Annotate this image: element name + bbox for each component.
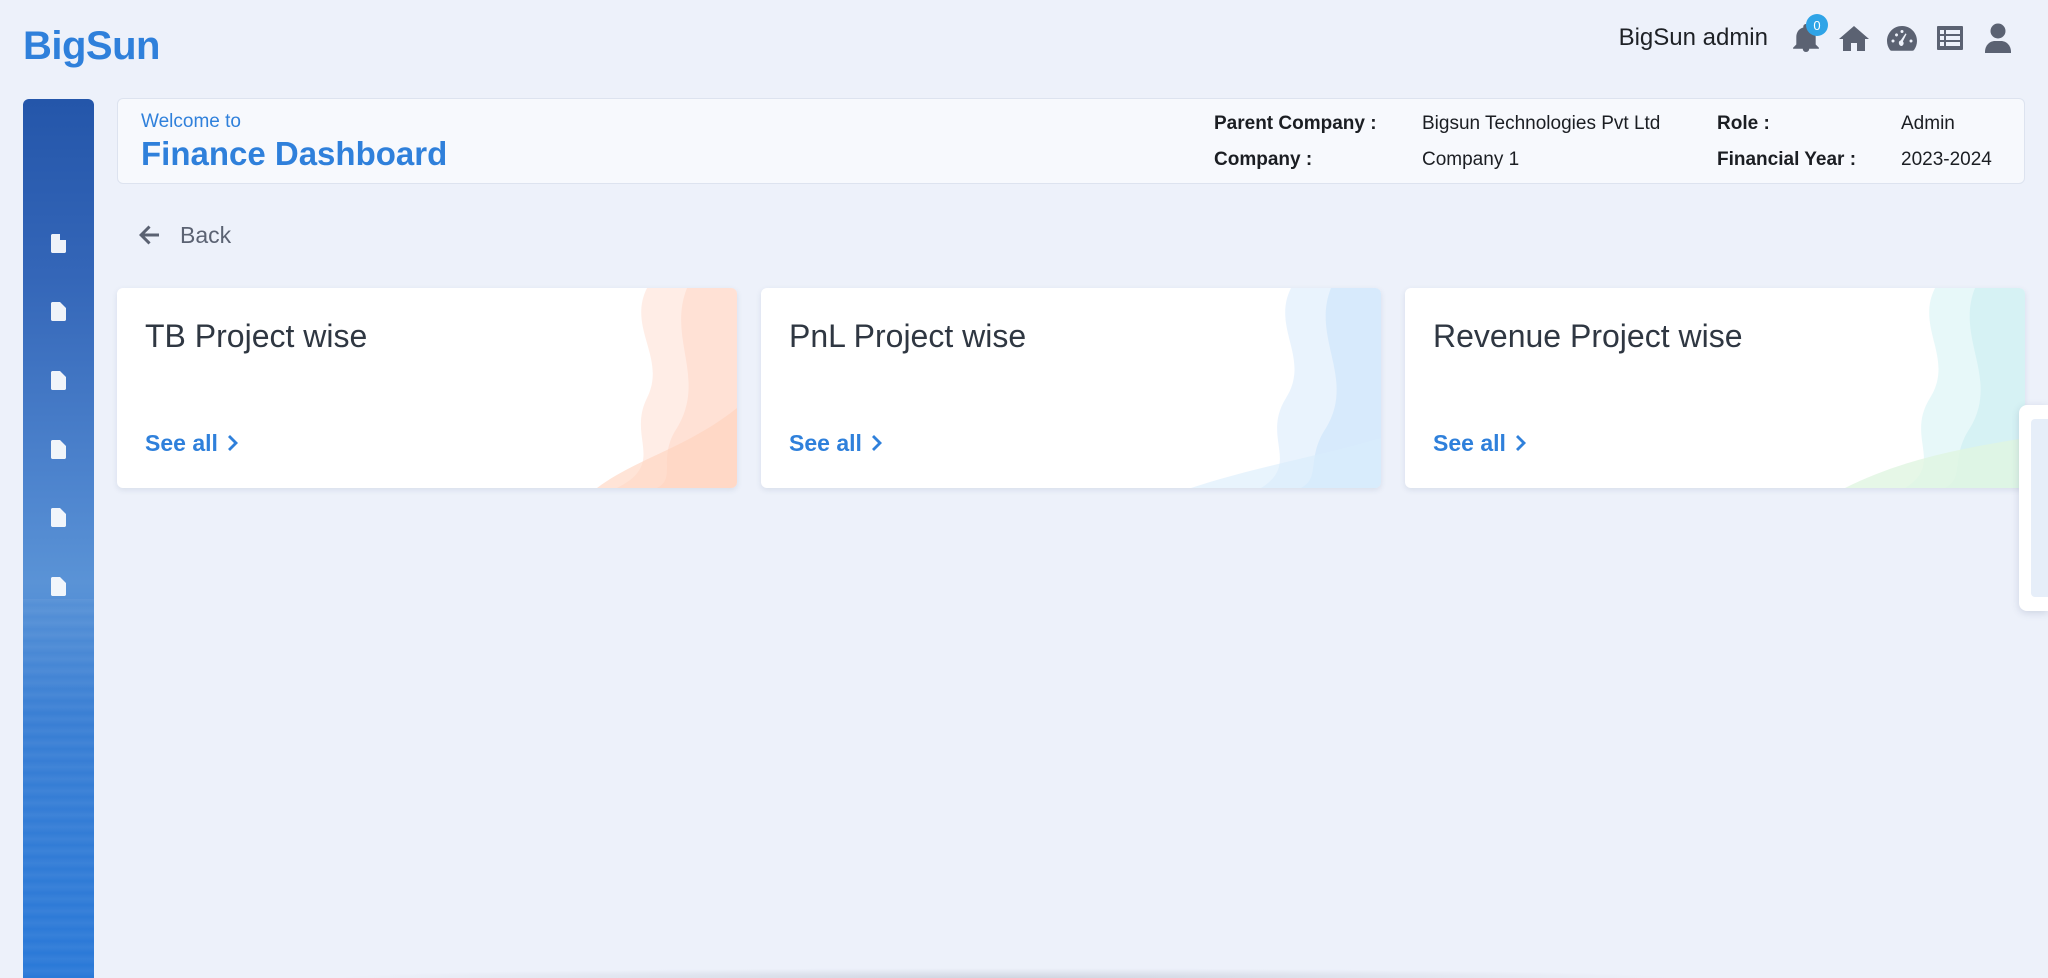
- company-label: Company :: [1214, 149, 1313, 170]
- see-all-link[interactable]: See all: [1433, 428, 1526, 458]
- decorative-wave-icon: [597, 288, 737, 488]
- sidebar-item-4[interactable]: [23, 424, 94, 474]
- home-button[interactable]: [1830, 16, 1878, 60]
- card-pnl-project-wise[interactable]: PnL Project wise See all: [761, 288, 1381, 488]
- notification-badge: 0: [1806, 14, 1828, 36]
- document-icon: [51, 233, 66, 253]
- see-all-link[interactable]: See all: [789, 428, 882, 458]
- chevron-right-icon: [227, 435, 238, 451]
- profile-button[interactable]: [1974, 16, 2022, 60]
- decorative-wave-icon: [1845, 288, 2025, 488]
- financial-year-label: Financial Year :: [1717, 149, 1857, 170]
- document-icon: [51, 507, 66, 527]
- card-title: Revenue Project wise: [1433, 318, 1743, 354]
- sidebar-item-6[interactable]: [23, 561, 94, 611]
- card-title: PnL Project wise: [789, 318, 1027, 354]
- bottom-shadow: [330, 968, 1680, 978]
- top-actions: BigSun admin 0: [1618, 14, 2022, 60]
- sidebar-item-5[interactable]: [23, 492, 94, 542]
- side-drawer-tab[interactable]: [2019, 405, 2048, 611]
- parent-company-label: Parent Company :: [1214, 113, 1377, 134]
- page-title: Finance Dashboard: [141, 135, 448, 172]
- financial-year-value: 2023-2024: [1901, 149, 1992, 170]
- back-button[interactable]: Back: [138, 218, 231, 252]
- sidebar-item-3[interactable]: [23, 355, 94, 405]
- app-logo[interactable]: BigSun: [23, 24, 160, 69]
- see-all-link[interactable]: See all: [145, 428, 238, 458]
- document-icon: [51, 576, 66, 596]
- card-revenue-project-wise[interactable]: Revenue Project wise See all: [1405, 288, 2025, 488]
- sidebar: [23, 99, 94, 978]
- tachometer-icon: [1887, 26, 1917, 51]
- welcome-text: Welcome to: [141, 111, 241, 132]
- dashboard-button[interactable]: [1878, 16, 1926, 60]
- card-tb-project-wise[interactable]: TB Project wise See all: [117, 288, 737, 488]
- card-title: TB Project wise: [145, 318, 368, 354]
- company-value: Company 1: [1422, 149, 1520, 170]
- notifications-button[interactable]: 0: [1782, 14, 1830, 60]
- role-value: Admin: [1901, 113, 1955, 134]
- list-button[interactable]: [1926, 16, 1974, 60]
- arrow-left-icon: [139, 225, 159, 245]
- list-icon: [1937, 26, 1963, 50]
- decorative-wave-icon: [1191, 288, 1381, 488]
- sidebar-item-2[interactable]: [23, 286, 94, 336]
- chevron-right-icon: [1515, 435, 1526, 451]
- document-icon: [51, 370, 66, 390]
- parent-company-value: Bigsun Technologies Pvt Ltd: [1422, 113, 1661, 134]
- role-label: Role :: [1717, 113, 1770, 134]
- chevron-right-icon: [871, 435, 882, 451]
- top-bar: BigSun BigSun admin 0: [0, 0, 2048, 96]
- document-icon: [51, 301, 66, 321]
- sidebar-item-1[interactable]: [23, 218, 94, 268]
- user-icon: [1985, 23, 2011, 53]
- username-label: BigSun admin: [1618, 24, 1768, 51]
- dashboard-header: Welcome to Finance Dashboard Parent Comp…: [117, 98, 2025, 184]
- back-label: Back: [180, 221, 232, 248]
- document-icon: [51, 439, 66, 459]
- side-drawer-content: [2031, 419, 2048, 597]
- home-icon: [1839, 26, 1869, 51]
